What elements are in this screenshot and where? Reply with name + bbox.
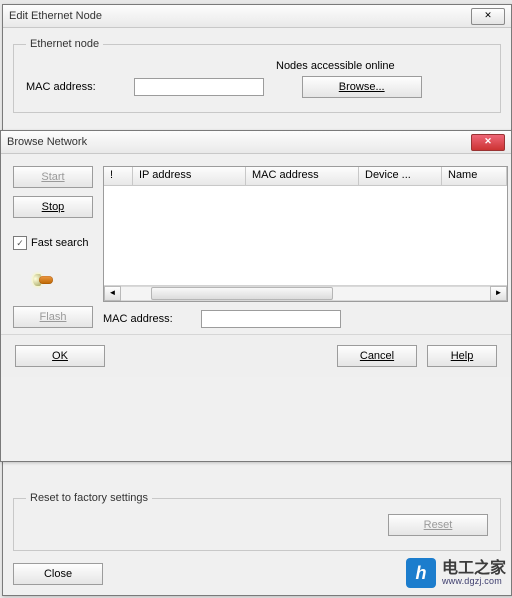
fast-search-label: Fast search — [31, 237, 88, 249]
watermark-text-cn: 电工之家 — [442, 561, 506, 577]
stop-button[interactable]: Stop — [13, 196, 93, 218]
cancel-button[interactable]: Cancel — [337, 345, 417, 367]
edit-body: Ethernet node Nodes accessible online MA… — [3, 28, 511, 135]
browse-close-button[interactable]: ✕ — [471, 134, 505, 151]
ethernet-node-legend: Ethernet node — [26, 38, 103, 50]
reset-legend: Reset to factory settings — [26, 492, 152, 504]
col-bang[interactable]: ! — [104, 167, 133, 185]
device-listbox[interactable]: ! IP address MAC address Device ... Name… — [103, 166, 508, 302]
mac-address-label: MAC address: — [26, 81, 96, 93]
browse-network-window: Browse Network ✕ Start Stop ✓ Fast searc… — [0, 130, 512, 462]
start-button[interactable]: Start — [13, 166, 93, 188]
list-columns: ! IP address MAC address Device ... Name — [104, 167, 507, 186]
watermark: h 电工之家 www.dgzj.com — [406, 558, 506, 588]
mac-address-input[interactable] — [134, 78, 264, 96]
browse-dialog-buttons: OK Cancel Help — [1, 334, 511, 377]
edit-title: Edit Ethernet Node — [9, 5, 102, 27]
close-button[interactable]: Close — [13, 563, 103, 585]
flashlight-icon — [33, 272, 57, 290]
edit-close-button[interactable]: ✕ — [471, 8, 505, 25]
col-device[interactable]: Device ... — [359, 167, 442, 185]
flash-button[interactable]: Flash — [13, 306, 93, 328]
watermark-url: www.dgzj.com — [442, 577, 506, 586]
scroll-right-icon[interactable]: ► — [490, 286, 507, 301]
scroll-thumb[interactable] — [151, 287, 333, 300]
watermark-logo-icon: h — [406, 558, 436, 588]
col-ip[interactable]: IP address — [133, 167, 246, 185]
browse-side-col: Start Stop ✓ Fast search Flash — [13, 166, 93, 328]
reset-group: Reset to factory settings Reset — [13, 492, 501, 551]
browse-titlebar: Browse Network ✕ — [1, 131, 511, 154]
fast-search-checkbox[interactable]: ✓ Fast search — [13, 236, 93, 250]
browse-body: Start Stop ✓ Fast search Flash ! IP addr… — [1, 154, 511, 334]
browse-button[interactable]: Browse... — [302, 76, 422, 98]
horizontal-scrollbar[interactable]: ◄ ► — [104, 285, 507, 301]
col-mac[interactable]: MAC address — [246, 167, 359, 185]
browse-title: Browse Network — [7, 131, 87, 153]
ethernet-node-group: Ethernet node Nodes accessible online MA… — [13, 38, 501, 113]
ok-button[interactable]: OK — [15, 345, 105, 367]
fast-search-check-icon: ✓ — [13, 236, 27, 250]
browse-mac-input[interactable] — [201, 310, 341, 328]
browse-mac-row: MAC address: — [103, 310, 508, 328]
browse-main-col: ! IP address MAC address Device ... Name… — [103, 166, 508, 328]
scroll-left-icon[interactable]: ◄ — [104, 286, 121, 301]
help-button[interactable]: Help — [427, 345, 497, 367]
nodes-accessible-label: Nodes accessible online — [276, 60, 488, 72]
browse-mac-label: MAC address: — [103, 313, 173, 325]
edit-titlebar: Edit Ethernet Node ✕ — [3, 5, 511, 28]
mac-row: MAC address: Browse... — [26, 76, 488, 98]
col-name[interactable]: Name — [442, 167, 507, 185]
scroll-track[interactable] — [121, 286, 490, 301]
reset-button[interactable]: Reset — [388, 514, 488, 536]
